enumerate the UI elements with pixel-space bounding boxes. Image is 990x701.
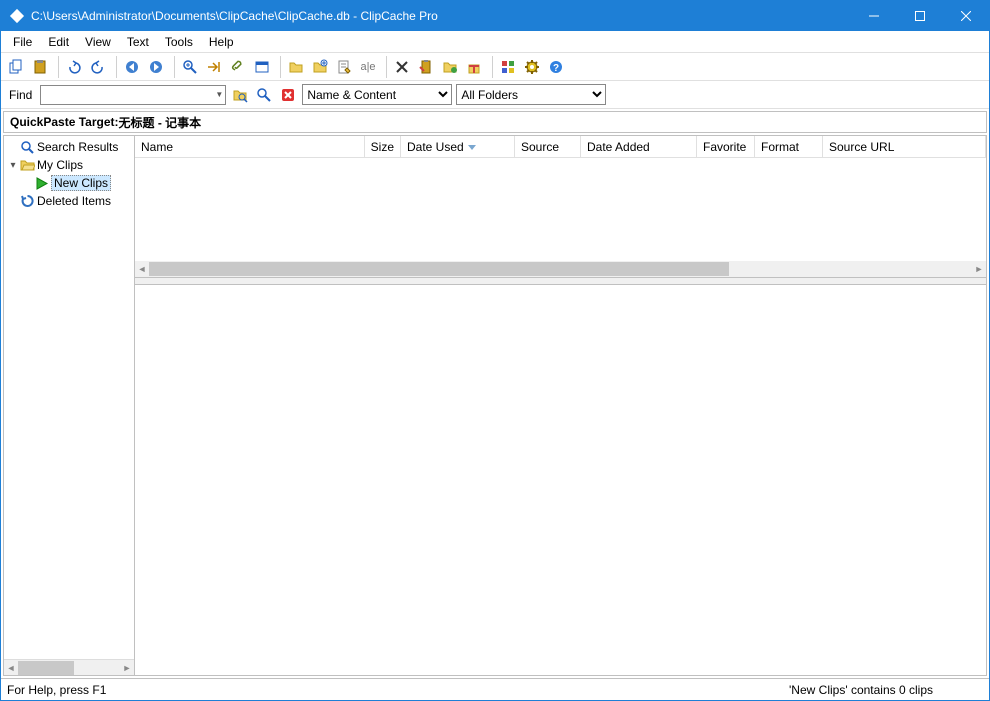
find-bar: Find ▼ Name & Content All Folders xyxy=(1,81,989,109)
tree-item-search-results[interactable]: Search Results xyxy=(6,138,132,156)
edit-button[interactable] xyxy=(333,56,355,78)
folder-tree[interactable]: Search Results ▾ My Clips New Clips Dele… xyxy=(4,136,134,659)
scroll-left-icon[interactable]: ◄ xyxy=(4,660,18,676)
find-input[interactable]: ▼ xyxy=(40,85,226,105)
undo-button[interactable] xyxy=(63,56,85,78)
maximize-button[interactable] xyxy=(897,1,943,31)
scroll-left-icon[interactable]: ◄ xyxy=(135,261,149,277)
quickpaste-target: 无标题 - 记事本 xyxy=(118,114,201,131)
column-source[interactable]: Source xyxy=(515,136,581,157)
scrollbar-thumb[interactable] xyxy=(18,661,74,675)
menu-bar: File Edit View Text Tools Help xyxy=(1,31,989,53)
window-title: C:\Users\Administrator\Documents\ClipCac… xyxy=(31,9,851,23)
window-button[interactable] xyxy=(251,56,273,78)
column-size[interactable]: Size xyxy=(365,136,401,157)
gift-button[interactable] xyxy=(463,56,485,78)
menu-file[interactable]: File xyxy=(5,33,40,51)
grid-view-button[interactable] xyxy=(497,56,519,78)
menu-help[interactable]: Help xyxy=(201,33,242,51)
sidebar-scrollbar[interactable]: ◄ ► xyxy=(4,659,134,675)
tree-item-my-clips[interactable]: ▾ My Clips xyxy=(6,156,132,174)
toolbar: a|e ? xyxy=(1,53,989,81)
forward-button[interactable] xyxy=(145,56,167,78)
zoom-in-button[interactable] xyxy=(179,56,201,78)
title-bar: C:\Users\Administrator\Documents\ClipCac… xyxy=(1,1,989,31)
folder-action-button[interactable] xyxy=(439,56,461,78)
quickpaste-bar: QuickPaste Target: 无标题 - 记事本 xyxy=(3,111,987,133)
menu-view[interactable]: View xyxy=(77,33,119,51)
play-icon xyxy=(34,176,49,191)
find-search-button[interactable] xyxy=(254,85,274,105)
tree-item-deleted-items[interactable]: Deleted Items xyxy=(6,192,132,210)
find-go-button[interactable] xyxy=(230,85,250,105)
text-button[interactable]: a|e xyxy=(357,56,379,78)
column-source-url[interactable]: Source URL xyxy=(823,136,986,157)
back-button[interactable] xyxy=(121,56,143,78)
column-date-used[interactable]: Date Used xyxy=(401,136,515,157)
recycle-icon xyxy=(20,194,35,209)
scope-select[interactable]: All Folders xyxy=(456,84,606,105)
content-pane: Name Size Date Used Source Date Added Fa… xyxy=(135,135,987,676)
list-body[interactable] xyxy=(135,158,986,261)
tree-item-new-clips[interactable]: New Clips xyxy=(6,174,132,192)
attach-button[interactable] xyxy=(227,56,249,78)
minimize-button[interactable] xyxy=(851,1,897,31)
sort-desc-icon xyxy=(468,143,476,151)
preview-pane[interactable] xyxy=(135,284,986,675)
goto-button[interactable] xyxy=(203,56,225,78)
copy-button[interactable] xyxy=(5,56,27,78)
clip-list: Name Size Date Used Source Date Added Fa… xyxy=(135,136,986,278)
search-in-select[interactable]: Name & Content xyxy=(302,84,452,105)
collapse-icon[interactable]: ▾ xyxy=(8,160,18,171)
folder-open-icon xyxy=(20,158,35,173)
status-count-text: 'New Clips' contains 0 clips xyxy=(789,683,983,697)
search-icon xyxy=(20,140,35,155)
scroll-right-icon[interactable]: ► xyxy=(120,660,134,676)
svg-text:?: ? xyxy=(553,63,559,74)
status-bar: For Help, press F1 'New Clips' contains … xyxy=(1,678,989,700)
paste-button[interactable] xyxy=(29,56,51,78)
scroll-right-icon[interactable]: ► xyxy=(972,261,986,277)
find-label: Find xyxy=(5,88,36,102)
delete-button[interactable] xyxy=(391,56,413,78)
column-date-added[interactable]: Date Added xyxy=(581,136,697,157)
settings-button[interactable] xyxy=(521,56,543,78)
list-scrollbar[interactable]: ◄ ► xyxy=(135,261,986,277)
menu-text[interactable]: Text xyxy=(119,33,157,51)
column-name[interactable]: Name xyxy=(135,136,365,157)
redo-button[interactable] xyxy=(87,56,109,78)
main-area: Search Results ▾ My Clips New Clips Dele… xyxy=(3,135,987,676)
find-clear-button[interactable] xyxy=(278,85,298,105)
help-button[interactable]: ? xyxy=(545,56,567,78)
app-icon xyxy=(9,8,25,24)
column-favorite[interactable]: Favorite xyxy=(697,136,755,157)
scrollbar-thumb[interactable] xyxy=(149,262,729,276)
menu-tools[interactable]: Tools xyxy=(157,33,201,51)
clips-button[interactable] xyxy=(415,56,437,78)
list-header: Name Size Date Used Source Date Added Fa… xyxy=(135,136,986,158)
sidebar: Search Results ▾ My Clips New Clips Dele… xyxy=(3,135,135,676)
quickpaste-label: QuickPaste Target: xyxy=(10,115,118,129)
new-clip-button[interactable] xyxy=(309,56,331,78)
chevron-down-icon[interactable]: ▼ xyxy=(215,90,223,99)
close-button[interactable] xyxy=(943,1,989,31)
menu-edit[interactable]: Edit xyxy=(40,33,77,51)
column-format[interactable]: Format xyxy=(755,136,823,157)
new-folder-button[interactable] xyxy=(285,56,307,78)
status-help-text: For Help, press F1 xyxy=(7,683,106,697)
